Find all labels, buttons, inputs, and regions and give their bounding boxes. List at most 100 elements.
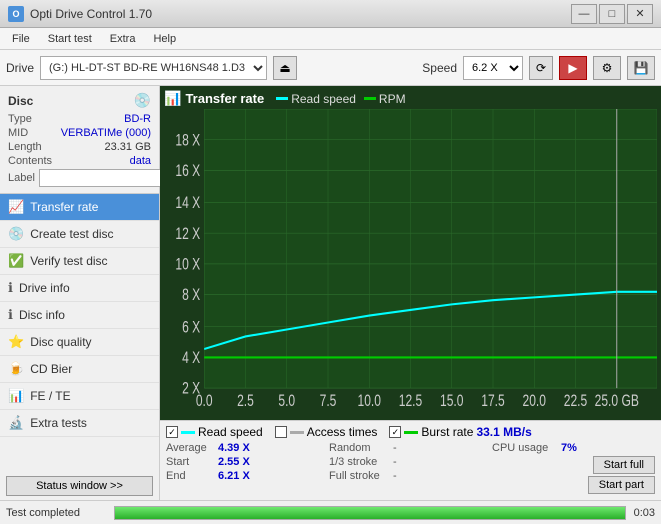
avg-row: Average 4.39 X: [166, 442, 329, 454]
nav-disc-info[interactable]: ℹ Disc info: [0, 302, 159, 329]
legend-read-speed-entry: ✓ Read speed: [166, 425, 263, 439]
fullstroke-label: Full stroke: [329, 470, 389, 482]
svg-text:14 X: 14 X: [175, 194, 200, 212]
svg-text:7.5: 7.5: [320, 392, 337, 410]
extra-tests-icon: 🔬: [8, 415, 24, 431]
menu-start-test[interactable]: Start test: [40, 31, 100, 47]
nav-create-test-disc[interactable]: 💿 Create test disc: [0, 221, 159, 248]
access-times-checkbox[interactable]: [275, 426, 287, 438]
read-speed-line: [181, 431, 195, 434]
nav-fe-te[interactable]: 📊 FE / TE: [0, 383, 159, 410]
end-label: End: [166, 470, 214, 482]
stats-col2: Random - 1/3 stroke - Full stroke -: [329, 442, 492, 496]
disc-quality-icon: ⭐: [8, 334, 24, 350]
refresh-button[interactable]: ⟳: [529, 56, 553, 80]
stroke13-row: 1/3 stroke -: [329, 456, 492, 468]
stroke13-label: 1/3 stroke: [329, 456, 389, 468]
cpu-label: CPU usage: [492, 442, 557, 454]
start-label: Start: [166, 456, 214, 468]
svg-text:4 X: 4 X: [182, 349, 200, 367]
nav-drive-info[interactable]: ℹ Drive info: [0, 275, 159, 302]
svg-text:22.5: 22.5: [564, 392, 587, 410]
mid-label: MID: [8, 127, 28, 139]
options-button[interactable]: ⚙: [593, 56, 621, 80]
nav-disc-quality[interactable]: ⭐ Disc quality: [0, 329, 159, 356]
contents-value: data: [130, 155, 151, 167]
nav-disc-quality-label: Disc quality: [30, 335, 91, 349]
svg-text:12.5: 12.5: [399, 392, 422, 410]
type-value: BD-R: [124, 113, 151, 125]
drive-label: Drive: [6, 61, 34, 75]
start-full-button[interactable]: Start full: [593, 456, 655, 474]
random-row: Random -: [329, 442, 492, 454]
nav-transfer-rate-label: Transfer rate: [30, 200, 98, 214]
nav-cd-bier[interactable]: 🍺 CD Bier: [0, 356, 159, 383]
read-speed-color: [276, 97, 288, 100]
nav-verify-disc-label: Verify test disc: [30, 254, 107, 268]
create-disc-icon: 💿: [8, 226, 24, 242]
progress-fill: [115, 507, 625, 519]
type-label: Type: [8, 113, 32, 125]
disc-panel: Disc 💿 Type BD-R MID VERBATIMe (000) Len…: [0, 86, 159, 194]
svg-text:17.5: 17.5: [481, 392, 504, 410]
main-layout: Disc 💿 Type BD-R MID VERBATIMe (000) Len…: [0, 86, 661, 500]
length-value: 23.31 GB: [105, 141, 151, 153]
legend-burst-rate-entry: ✓ Burst rate 33.1 MB/s: [389, 425, 531, 439]
start-part-button[interactable]: Start part: [588, 476, 655, 494]
read-speed-legend-label: Read speed: [198, 425, 263, 439]
app-title: Opti Drive Control 1.70: [30, 7, 152, 21]
burst-rate-checkbox[interactable]: ✓: [389, 426, 401, 438]
nav-verify-test-disc[interactable]: ✅ Verify test disc: [0, 248, 159, 275]
legend-row: ✓ Read speed Access times ✓ Burst rate 3…: [166, 425, 655, 439]
maximize-button[interactable]: □: [599, 4, 625, 24]
access-times-legend-label: Access times: [307, 425, 378, 439]
stats-area: ✓ Read speed Access times ✓ Burst rate 3…: [160, 420, 661, 500]
stats-rows: Average 4.39 X Start 2.55 X End 6.21 X: [166, 442, 655, 496]
end-row: End 6.21 X: [166, 470, 329, 482]
mid-value: VERBATIMe (000): [61, 127, 151, 139]
chart-canvas: 2 X 4 X 6 X 8 X 10 X 12 X 14 X 16 X 18 X…: [164, 109, 657, 416]
legend-read-speed: Read speed: [276, 92, 356, 106]
burst-rate-value: 33.1 MB/s: [476, 425, 531, 439]
svg-text:12 X: 12 X: [175, 225, 200, 243]
status-window-button[interactable]: Status window >>: [6, 476, 153, 496]
svg-text:10.0: 10.0: [358, 392, 381, 410]
drive-info-icon: ℹ: [8, 280, 13, 296]
nav-extra-tests-label: Extra tests: [30, 416, 87, 430]
status-time: 0:03: [634, 507, 655, 519]
close-button[interactable]: ✕: [627, 4, 653, 24]
end-value: 6.21 X: [218, 470, 250, 482]
cpu-value: 7%: [561, 442, 577, 454]
label-label: Label: [8, 172, 35, 184]
speed-select[interactable]: 6.2 X: [463, 56, 523, 80]
progress-bar: [114, 506, 626, 520]
stats-col3: CPU usage 7% Start full Start part: [492, 442, 655, 496]
length-label: Length: [8, 141, 42, 153]
svg-text:16 X: 16 X: [175, 162, 200, 180]
menu-extra[interactable]: Extra: [102, 31, 144, 47]
access-times-line: [290, 431, 304, 434]
save-button[interactable]: 💾: [627, 56, 655, 80]
menu-file[interactable]: File: [4, 31, 38, 47]
start-part-row: Start part: [492, 476, 655, 494]
chart-svg: 2 X 4 X 6 X 8 X 10 X 12 X 14 X 16 X 18 X…: [164, 109, 657, 416]
nav-extra-tests[interactable]: 🔬 Extra tests: [0, 410, 159, 437]
rpm-color: [364, 97, 376, 100]
nav-disc-info-label: Disc info: [19, 308, 65, 322]
speed-label: Speed: [422, 61, 457, 75]
read-speed-checkbox[interactable]: ✓: [166, 426, 178, 438]
drive-select[interactable]: (G:) HL-DT-ST BD-RE WH16NS48 1.D3: [40, 56, 267, 80]
avg-value: 4.39 X: [218, 442, 250, 454]
menu-help[interactable]: Help: [145, 31, 184, 47]
nav-transfer-rate[interactable]: 📈 Transfer rate: [0, 194, 159, 221]
settings-button[interactable]: ▶: [559, 56, 587, 80]
status-text: Test completed: [6, 507, 106, 519]
svg-text:6 X: 6 X: [182, 319, 200, 337]
svg-text:5.0: 5.0: [278, 392, 295, 410]
toolbar: Drive (G:) HL-DT-ST BD-RE WH16NS48 1.D3 …: [0, 50, 661, 86]
start-row: Start 2.55 X: [166, 456, 329, 468]
burst-rate-legend-label: Burst rate: [421, 425, 473, 439]
eject-button[interactable]: ⏏: [273, 56, 297, 80]
title-bar: O Opti Drive Control 1.70 — □ ✕: [0, 0, 661, 28]
minimize-button[interactable]: —: [571, 4, 597, 24]
